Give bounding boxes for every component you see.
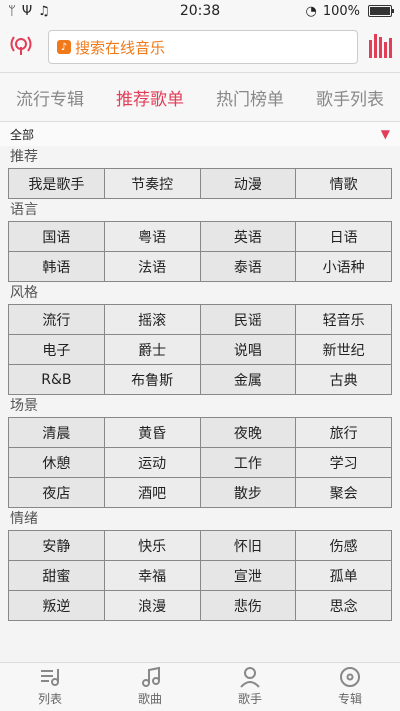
tag-item[interactable]: 伤感 [296, 531, 392, 561]
nav-albums[interactable]: 专辑 [338, 666, 362, 711]
tag-item[interactable]: 旅行 [296, 418, 392, 448]
playlist-icon [40, 669, 59, 686]
bottom-nav: 列表 歌曲 歌手 专辑 [0, 662, 400, 711]
tag-item[interactable]: 轻音乐 [296, 305, 392, 335]
tag-item[interactable]: 夜晚 [200, 418, 297, 448]
tag-item[interactable]: 悲伤 [200, 591, 297, 621]
tag-item[interactable]: R&B [9, 365, 105, 395]
tag-item[interactable]: 思念 [296, 591, 392, 621]
chevron-down-icon[interactable]: ▼ [381, 127, 390, 141]
tab-hot-charts[interactable]: 热门榜单 [216, 85, 284, 110]
tag-item[interactable]: 休憩 [9, 448, 105, 478]
tag-item[interactable]: 叛逆 [9, 591, 105, 621]
music-note-icon [141, 666, 160, 687]
wifi-icon: ◔ [305, 3, 317, 19]
nav-list[interactable]: 列表 [38, 666, 62, 711]
tag-grid: 国语 粤语 英语 日语 韩语 法语 泰语 小语种 [8, 221, 392, 282]
search-placeholder: 搜索在线音乐 [75, 38, 166, 57]
tag-item[interactable]: 学习 [296, 448, 392, 478]
tab-artist-list[interactable]: 歌手列表 [316, 85, 384, 110]
tag-item[interactable]: 运动 [104, 448, 201, 478]
tag-item[interactable]: 国语 [9, 222, 105, 252]
section-label: 语言 [10, 202, 38, 218]
tag-item[interactable]: 民谣 [200, 305, 297, 335]
nav-songs-label: 歌曲 [137, 692, 162, 706]
tag-item[interactable]: 法语 [104, 252, 201, 282]
person-icon [240, 667, 260, 688]
tag-item[interactable]: 电子 [9, 335, 105, 365]
battery-text: 100% [322, 3, 360, 19]
tag-item[interactable]: 泰语 [200, 252, 297, 282]
app-header: ♪ 搜索在线音乐 [0, 22, 400, 73]
music-search-icon: ♪ [57, 40, 71, 54]
tag-item[interactable]: 聚会 [296, 478, 392, 508]
tag-item[interactable]: 粤语 [104, 222, 201, 252]
tag-item[interactable]: 孤单 [296, 561, 392, 591]
tag-item[interactable]: 散步 [200, 478, 297, 508]
nav-songs[interactable]: 歌曲 [138, 666, 162, 711]
filter-all-label: 全部 [10, 127, 35, 142]
tag-item[interactable]: 幸福 [104, 561, 201, 591]
tag-item[interactable]: 摇滚 [104, 305, 201, 335]
music-note-icon: ♫ [38, 3, 50, 19]
tag-item[interactable]: 安静 [9, 531, 105, 561]
nav-artists[interactable]: 歌手 [238, 666, 262, 711]
radio-icon[interactable] [8, 30, 38, 64]
tag-item[interactable]: 工作 [200, 448, 297, 478]
tag-item[interactable]: 快乐 [104, 531, 201, 561]
tag-item[interactable]: 黄昏 [104, 418, 201, 448]
tag-grid: 清晨 黄昏 夜晚 旅行 休憩 运动 工作 学习 夜店 酒吧 散步 聚会 [8, 417, 392, 508]
tag-item[interactable]: 酒吧 [104, 478, 201, 508]
tag-item[interactable]: 流行 [9, 305, 105, 335]
disc-icon [339, 667, 360, 687]
tab-popular-albums[interactable]: 流行专辑 [16, 85, 84, 110]
tag-item[interactable]: 我是歌手 [9, 169, 105, 199]
battery-icon [368, 5, 394, 17]
tag-item[interactable]: 古典 [296, 365, 392, 395]
tag-item[interactable]: 怀旧 [200, 531, 297, 561]
tag-item[interactable]: 小语种 [296, 252, 392, 282]
tag-item[interactable]: 日语 [296, 222, 392, 252]
tag-item[interactable]: 清晨 [9, 418, 105, 448]
section-label: 风格 [10, 285, 38, 301]
search-input[interactable]: ♪ 搜索在线音乐 [48, 30, 358, 64]
equalizer-icon[interactable] [368, 32, 392, 62]
tab-recommended-playlists[interactable]: 推荐歌单 [116, 85, 184, 110]
nav-list-label: 列表 [37, 692, 62, 706]
tag-grid: 流行 摇滚 民谣 轻音乐 电子 爵士 说唱 新世纪 R&B 布鲁斯 金属 古典 [8, 304, 392, 395]
nav-albums-label: 专辑 [337, 692, 362, 706]
tag-item[interactable]: 甜蜜 [9, 561, 105, 591]
section-label: 情绪 [10, 511, 38, 527]
tag-item[interactable]: 宣泄 [200, 561, 297, 591]
section-label: 场景 [10, 398, 38, 414]
antenna-icon: ᛘ [8, 3, 16, 19]
tag-item[interactable]: 新世纪 [296, 335, 392, 365]
tag-item[interactable]: 夜店 [9, 478, 105, 508]
tag-item[interactable]: 动漫 [200, 169, 297, 199]
tag-item[interactable]: 金属 [200, 365, 297, 395]
tag-item[interactable]: 布鲁斯 [104, 365, 201, 395]
tag-item[interactable]: 爵士 [104, 335, 201, 365]
nav-artists-label: 歌手 [237, 692, 262, 706]
tag-item[interactable]: 说唱 [200, 335, 297, 365]
tag-item[interactable]: 韩语 [9, 252, 105, 282]
usb-icon: Ψ [21, 3, 33, 19]
filter-all-row[interactable]: 全部 ▼ [0, 122, 400, 146]
tag-grid: 我是歌手 节奏控 动漫 情歌 [8, 168, 392, 199]
status-bar: ᛘ Ψ ♫ 20:38 ◔ 100% [0, 0, 400, 22]
tag-item[interactable]: 节奏控 [104, 169, 201, 199]
tag-grid: 安静 快乐 怀旧 伤感 甜蜜 幸福 宣泄 孤单 叛逆 浪漫 悲伤 思念 [8, 530, 392, 621]
tag-item[interactable]: 浪漫 [104, 591, 201, 621]
section-label: 推荐 [10, 149, 38, 165]
tag-item[interactable]: 英语 [200, 222, 297, 252]
category-tabs: 流行专辑 推荐歌单 热门榜单 歌手列表 [0, 73, 400, 122]
tag-item[interactable]: 情歌 [296, 169, 392, 199]
